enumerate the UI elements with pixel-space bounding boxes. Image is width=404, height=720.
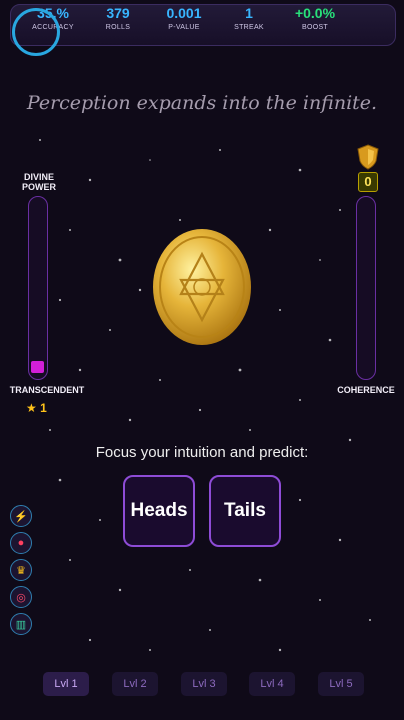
stat-streak-value: 1 — [245, 5, 253, 21]
stat-boost-value: +0.0% — [294, 5, 336, 21]
divine-power-title-line1: DIVINE — [23, 172, 54, 182]
stat-boost: +0.0% BOOST — [280, 4, 350, 34]
divine-power-meter — [28, 196, 48, 380]
divine-power-fill — [31, 361, 44, 373]
divine-power-title: DIVINE POWER — [12, 172, 66, 192]
stat-rolls-value: 379 — [106, 5, 130, 21]
star-icon: ★ — [26, 401, 37, 415]
stat-pvalue-label: P-VALUE — [168, 24, 200, 31]
level-tab-1[interactable]: Lvl 1 — [43, 672, 89, 696]
shield-icon — [357, 144, 379, 170]
tagline: Perception expands into the infinite. — [26, 92, 378, 114]
level-tab-4[interactable]: Lvl 4 — [249, 672, 295, 696]
star-count: ★ 1 — [26, 401, 47, 415]
level-tab-2[interactable]: Lvl 2 — [112, 672, 158, 696]
coin[interactable] — [152, 228, 252, 346]
crown-icon[interactable]: ♛ — [10, 559, 32, 581]
stat-pvalue-value: 0.001 — [166, 5, 202, 21]
heads-button[interactable]: Heads — [123, 475, 195, 547]
divine-power-title-line2: POWER — [21, 182, 56, 192]
star-count-value: 1 — [40, 401, 47, 415]
stat-rolls-label: ROLLS — [105, 24, 131, 31]
shield-count: 0 — [358, 172, 378, 192]
accuracy-ring — [12, 8, 60, 56]
divine-power-level: TRANSCENDENT — [9, 385, 85, 395]
chart-icon[interactable]: ▥ — [10, 613, 32, 635]
coherence-meter — [356, 196, 376, 380]
prediction-prompt: Focus your intuition and predict: — [95, 444, 309, 461]
stat-pvalue: 0.001 P-VALUE — [149, 4, 219, 34]
stat-boost-label: BOOST — [301, 24, 328, 31]
stat-streak-label: STREAK — [234, 24, 264, 31]
flame-icon[interactable]: ● — [10, 532, 32, 554]
level-tab-5[interactable]: Lvl 5 — [318, 672, 364, 696]
lightning-icon[interactable]: ⚡ — [10, 505, 32, 527]
stat-rolls: 379 ROLLS — [83, 4, 153, 34]
tails-button[interactable]: Tails — [209, 475, 281, 547]
level-tab-3[interactable]: Lvl 3 — [181, 672, 227, 696]
target-icon[interactable]: ◎ — [10, 586, 32, 608]
coherence-label: COHERENCE — [337, 385, 395, 395]
stat-streak: 1 STREAK — [214, 4, 284, 34]
